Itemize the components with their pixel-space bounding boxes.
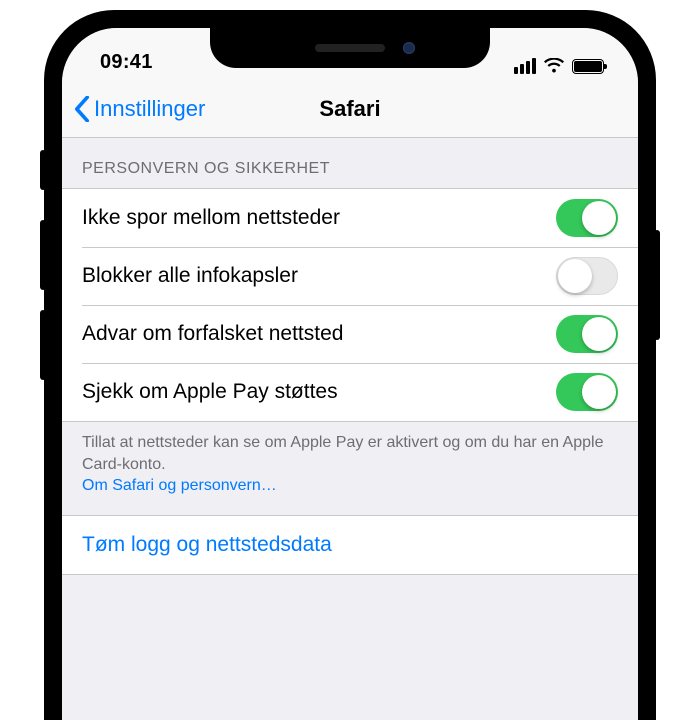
battery-icon: [572, 59, 604, 74]
clear-history-data-button[interactable]: Tøm logg og nettstedsdata: [62, 516, 638, 574]
volume-down-button: [40, 310, 46, 380]
speaker-icon: [315, 44, 385, 52]
row-label: Sjekk om Apple Pay støttes: [82, 380, 338, 404]
toggle-block-all-cookies[interactable]: [556, 257, 618, 295]
camera-icon: [403, 42, 415, 54]
toggle-warn-fraudulent-website[interactable]: [556, 315, 618, 353]
row-prevent-cross-site-tracking: Ikke spor mellom nettsteder: [62, 189, 638, 247]
toggle-prevent-cross-site-tracking[interactable]: [556, 199, 618, 237]
row-label: Ikke spor mellom nettsteder: [82, 206, 340, 230]
footer-description: Tillat at nettsteder kan se om Apple Pay…: [82, 434, 603, 473]
volume-up-button: [40, 220, 46, 290]
section-footer: Tillat at nettsteder kan se om Apple Pay…: [62, 422, 638, 515]
about-safari-privacy-link[interactable]: Om Safari og personvern…: [82, 477, 277, 494]
row-label: Blokker alle infokapsler: [82, 264, 298, 288]
row-label: Advar om forfalsket nettsted: [82, 322, 343, 346]
navigation-bar: Innstillinger Safari: [62, 80, 638, 138]
silent-switch: [40, 150, 46, 190]
notch: [210, 28, 490, 68]
back-button[interactable]: Innstillinger: [62, 96, 205, 122]
status-time: 09:41: [100, 51, 153, 74]
row-block-all-cookies: Blokker alle infokapsler: [62, 247, 638, 305]
row-warn-fraudulent-website: Advar om forfalsket nettsted: [62, 305, 638, 363]
phone-frame: 09:41 Innstillinger Safari PERSONVERN OG…: [44, 10, 656, 720]
wifi-icon: [543, 58, 565, 74]
privacy-security-list: Ikke spor mellom nettsteder Blokker alle…: [62, 188, 638, 422]
toggle-check-apple-pay[interactable]: [556, 373, 618, 411]
clear-data-list: Tøm logg og nettstedsdata: [62, 515, 638, 575]
back-label: Innstillinger: [94, 96, 205, 122]
row-check-apple-pay: Sjekk om Apple Pay støttes: [62, 363, 638, 421]
side-button: [654, 230, 660, 340]
cellular-icon: [514, 58, 536, 74]
chevron-left-icon: [74, 96, 90, 122]
section-header: PERSONVERN OG SIKKERHET: [62, 138, 638, 188]
row-label: Tøm logg og nettstedsdata: [82, 533, 332, 557]
